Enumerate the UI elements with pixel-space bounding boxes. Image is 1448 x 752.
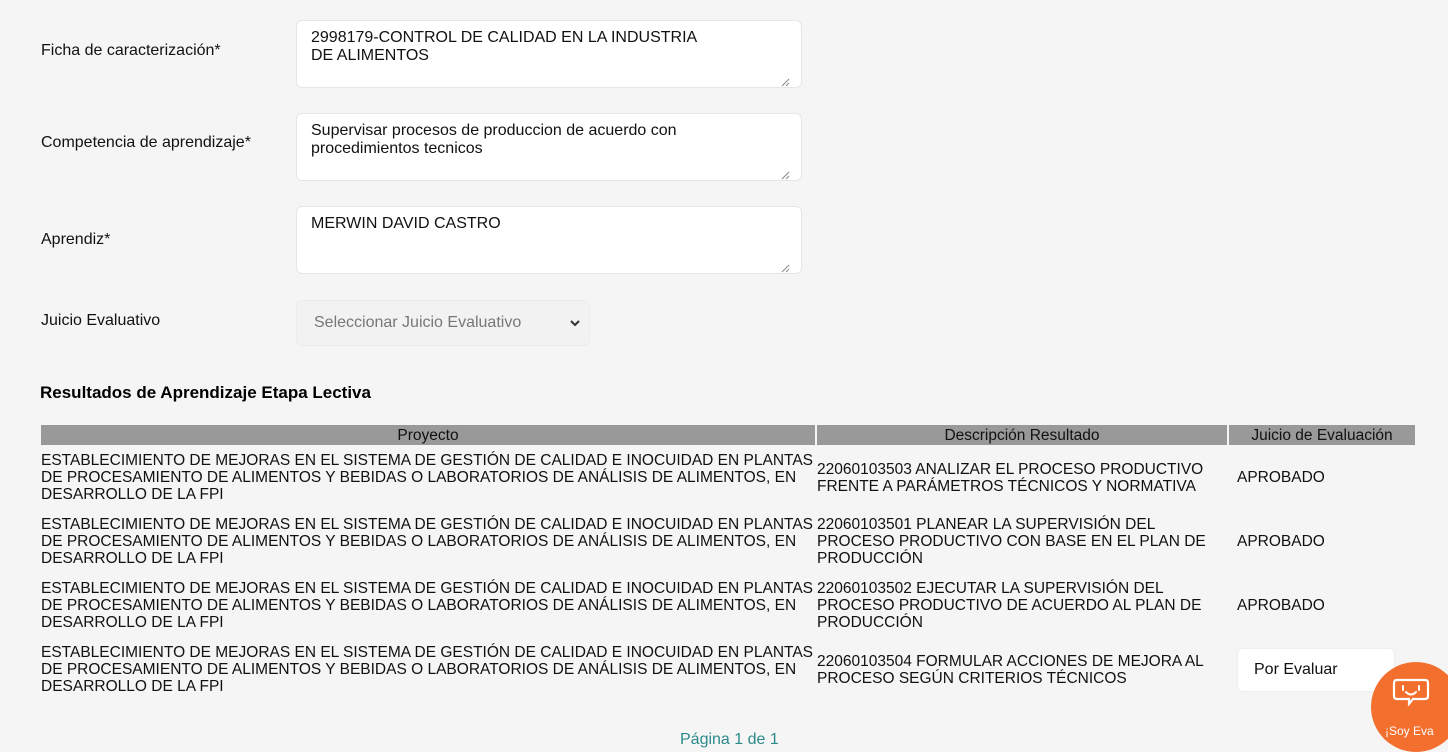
header-proyecto: Proyecto [41,425,815,445]
table-row: ESTABLECIMIENTO DE MEJORAS EN EL SISTEMA… [41,509,1415,573]
competencia-field[interactable]: Supervisar procesos de produccion de acu… [296,113,802,181]
cell-descripcion: 22060103503 ANALIZAR EL PROCESO PRODUCTI… [817,460,1204,495]
cell-proyecto: ESTABLECIMIENTO DE MEJORAS EN EL SISTEMA… [41,452,814,503]
cell-juicio: APROBADO [1237,597,1325,614]
aprendiz-label: Aprendiz* [41,231,111,248]
resize-grip-icon[interactable] [780,263,790,273]
cell-proyecto: ESTABLECIMIENTO DE MEJORAS EN EL SISTEMA… [41,644,814,695]
resize-grip-icon[interactable] [780,77,790,87]
juicio-label: Juicio Evaluativo [41,312,161,329]
cell-juicio: APROBADO [1237,533,1325,550]
table-row: ESTABLECIMIENTO DE MEJORAS EN EL SISTEMA… [41,637,1415,701]
cell-juicio: APROBADO [1237,469,1325,486]
chat-robot-icon [1392,678,1430,706]
juicio-select-value: Seleccionar Juicio Evaluativo [314,314,522,331]
cell-proyecto: ESTABLECIMIENTO DE MEJORAS EN EL SISTEMA… [41,516,814,567]
ficha-field[interactable]: 2998179-CONTROL DE CALIDAD EN LA INDUSTR… [296,20,802,88]
aprendiz-field[interactable]: MERWIN DAVID CASTRO [296,206,802,274]
resize-grip-icon[interactable] [780,170,790,180]
results-title: Resultados de Aprendizaje Etapa Lectiva [40,383,371,402]
results-table: Proyecto Descripción Resultado Juicio de… [39,425,1417,701]
pagination-text: Página 1 de 1 [680,731,779,748]
ficha-label: Ficha de caracterización* [41,42,221,59]
cell-descripcion: 22060103501 PLANEAR LA SUPERVISIÓN DEL P… [817,516,1206,567]
cell-descripcion: 22060103502 EJECUTAR LA SUPERVISIÓN DEL … [817,580,1202,631]
cell-descripcion: 22060103504 FORMULAR ACCIONES DE MEJORA … [817,652,1204,687]
chat-widget-button[interactable] [1371,662,1448,752]
table-row: ESTABLECIMIENTO DE MEJORAS EN EL SISTEMA… [41,573,1415,637]
competencia-label: Competencia de aprendizaje* [41,134,251,151]
juicio-select[interactable]: Seleccionar Juicio Evaluativo [296,300,590,346]
chat-widget-label: ¡Soy Eva [1385,724,1434,738]
cell-proyecto: ESTABLECIMIENTO DE MEJORAS EN EL SISTEMA… [41,580,814,631]
header-juicio: Juicio de Evaluación [1229,425,1415,445]
juicio-input[interactable]: Por Evaluar [1237,647,1395,692]
header-descripcion: Descripción Resultado [817,425,1227,445]
chevron-down-icon [570,320,580,327]
table-row: ESTABLECIMIENTO DE MEJORAS EN EL SISTEMA… [41,445,1415,509]
